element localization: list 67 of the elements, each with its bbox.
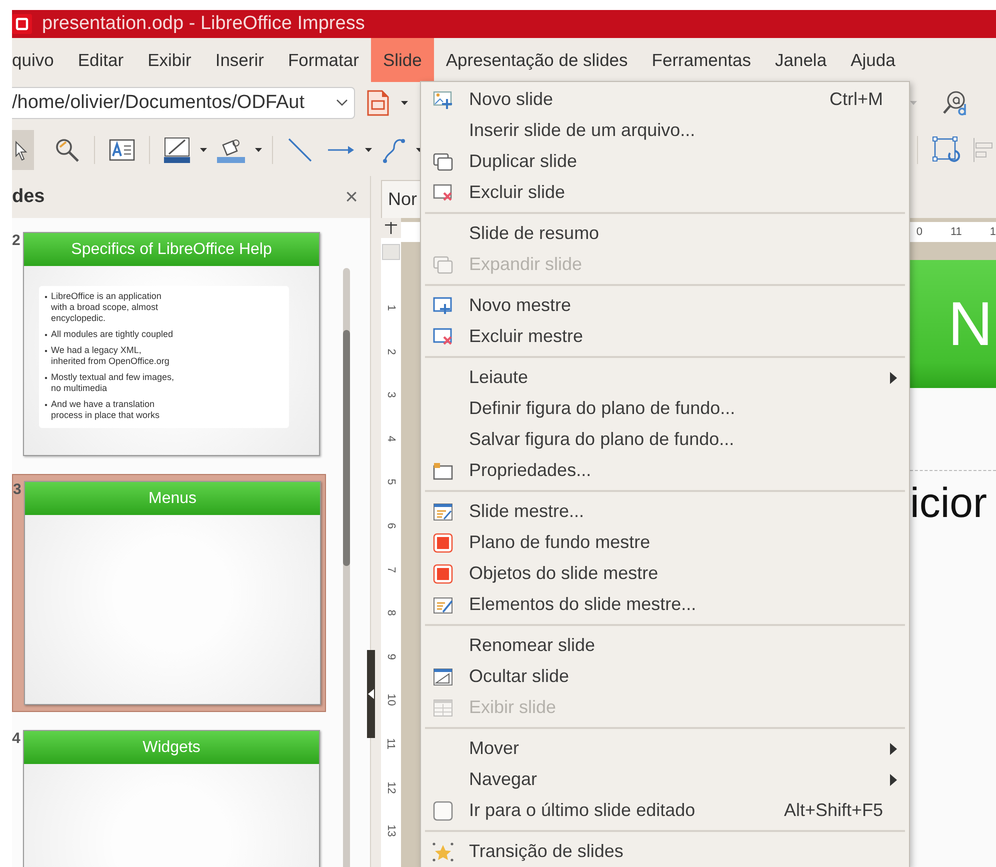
- menu-item[interactable]: Propriedades...: [421, 455, 909, 486]
- shortcut-text: Ctrl+M: [830, 89, 883, 110]
- menu-item[interactable]: Elementos do slide mestre...: [421, 589, 909, 620]
- panel-title: des: [12, 186, 45, 208]
- ruler-number: 10: [384, 694, 398, 706]
- menu-item[interactable]: Janela: [762, 38, 839, 82]
- window-title: presentation.odp - LibreOffice Impress: [42, 13, 365, 35]
- ruler-number: 2: [384, 348, 398, 354]
- menu-item[interactable]: Editar: [66, 38, 136, 82]
- menu-item[interactable]: Novo mestre: [421, 290, 909, 321]
- menu-item[interactable]: Transição de slides: [421, 836, 909, 867]
- close-button[interactable]: ×: [345, 184, 358, 210]
- ruler-number: 0: [916, 226, 922, 238]
- menu-item[interactable]: Formatar: [276, 38, 371, 82]
- menu-item[interactable]: Ir para o último slide editado Alt+Shift+F5: [421, 795, 909, 826]
- slide-title: Menus: [148, 490, 197, 508]
- menu-item[interactable]: Navegar: [421, 764, 909, 795]
- slide-title: Specifics of LibreOffice Help: [71, 240, 272, 258]
- ruler-number: 8: [384, 610, 398, 616]
- ruler-number: 11: [950, 226, 962, 238]
- slide-title: N: [948, 288, 993, 360]
- ruler-number: 3: [384, 392, 398, 398]
- ruler-number: 1: [384, 304, 398, 311]
- ruler-number: 5: [384, 479, 398, 486]
- slide-number: 4: [12, 730, 22, 749]
- bullet-text: Mostly textual and few images, no multimedia: [51, 372, 176, 394]
- menu-item[interactable]: Slide de resumo: [421, 218, 909, 249]
- menu-item[interactable]: Ajuda: [838, 38, 908, 82]
- menu-item[interactable]: Slide mestre...: [421, 496, 909, 527]
- menu-item[interactable]: Inserir slide de um arquivo...: [421, 115, 909, 146]
- slide-number: 3: [13, 481, 22, 500]
- menu-item[interactable]: Excluir mestre: [421, 321, 909, 352]
- bullet-text: All modules are tightly coupled: [51, 329, 174, 340]
- menu-item[interactable]: Apresentação de slides: [434, 38, 640, 82]
- view-tab[interactable]: Nor: [381, 180, 421, 218]
- menu-item[interactable]: quivo: [12, 38, 66, 82]
- menu-item[interactable]: Exibir: [136, 38, 204, 82]
- ruler-number: 13: [384, 824, 398, 838]
- menu-item[interactable]: Plano de fundo mestre: [421, 527, 909, 558]
- ruler-number: 7: [384, 566, 398, 572]
- menu-item[interactable]: Novo slide Ctrl+M: [421, 84, 909, 115]
- menu-item[interactable]: Duplicar slide: [421, 146, 909, 177]
- slide-number: 2: [12, 232, 22, 251]
- slide-title: Widgets: [142, 738, 200, 756]
- ruler-number: 4: [384, 436, 398, 442]
- menu-item[interactable]: Inserir: [203, 38, 276, 82]
- menu-item[interactable]: Definir figura do plano de fundo...: [421, 393, 909, 424]
- ruler-number: 9: [384, 653, 398, 660]
- menu-item[interactable]: Objetos do slide mestre: [421, 558, 909, 589]
- menu-item[interactable]: Ocultar slide: [421, 661, 909, 692]
- bullet-text: And we have a translation process in place that works: [51, 399, 161, 421]
- menu-item[interactable]: Slide: [370, 38, 434, 82]
- menu-item[interactable]: Mover: [421, 733, 909, 764]
- ruler-number: 6: [384, 522, 398, 529]
- bullet-text: We had a legacy XML, inherited from OpenOffice.org: [51, 345, 170, 367]
- slide-text: icior: [910, 479, 988, 527]
- ruler-number: 12: [384, 781, 398, 794]
- menu-item[interactable]: Ferramentas: [640, 38, 763, 82]
- menu-item[interactable]: Renomear slide: [421, 630, 909, 661]
- menu-item[interactable]: Leiaute: [421, 362, 909, 393]
- bullet-text: LibreOffice is an application with a broad scope, almost encyclopedic.: [51, 291, 162, 324]
- shortcut-text: Alt+Shift+F5: [784, 800, 883, 821]
- ruler-number: 11: [384, 738, 398, 750]
- ruler-number: 1: [990, 226, 996, 238]
- menu-item[interactable]: Excluir slide: [421, 177, 909, 208]
- menu-item[interactable]: Salvar figura do plano de fundo...: [421, 424, 909, 455]
- url-field[interactable]: /home/olivier/Documentos/ODFAut: [12, 87, 355, 119]
